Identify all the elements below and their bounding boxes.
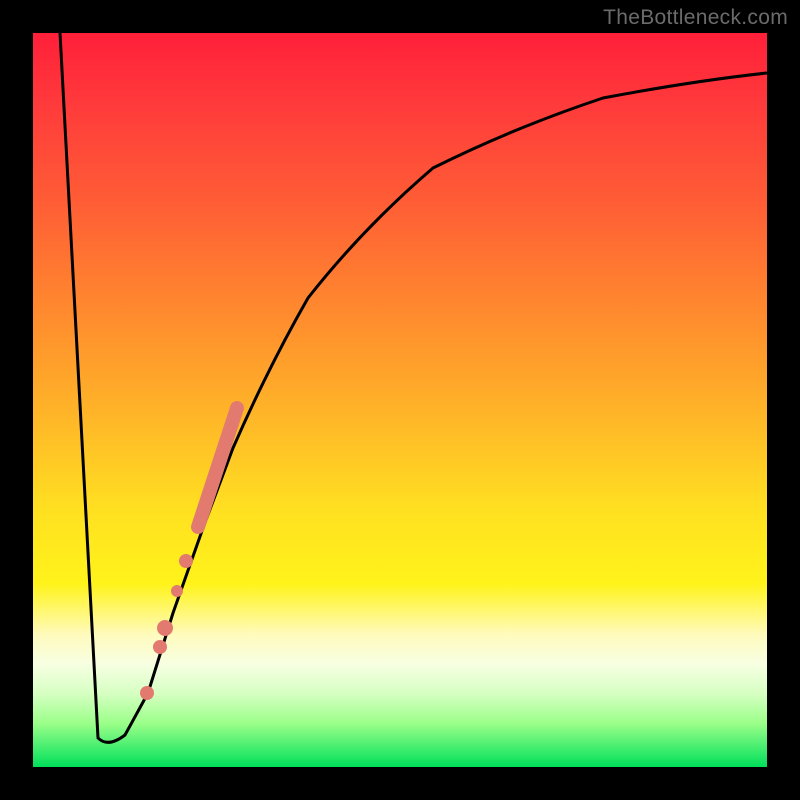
dot-5 xyxy=(140,686,154,700)
dot-2 xyxy=(171,585,183,597)
dot-4 xyxy=(153,640,167,654)
chart-svg xyxy=(33,33,767,767)
watermark-text: TheBottleneck.com xyxy=(603,6,788,30)
segment-thick xyxy=(198,408,237,527)
dot-3 xyxy=(157,620,173,636)
plot-area xyxy=(33,33,767,767)
dot-1 xyxy=(179,554,193,568)
bottleneck-curve xyxy=(60,33,767,742)
chart-frame: TheBottleneck.com xyxy=(0,0,800,800)
